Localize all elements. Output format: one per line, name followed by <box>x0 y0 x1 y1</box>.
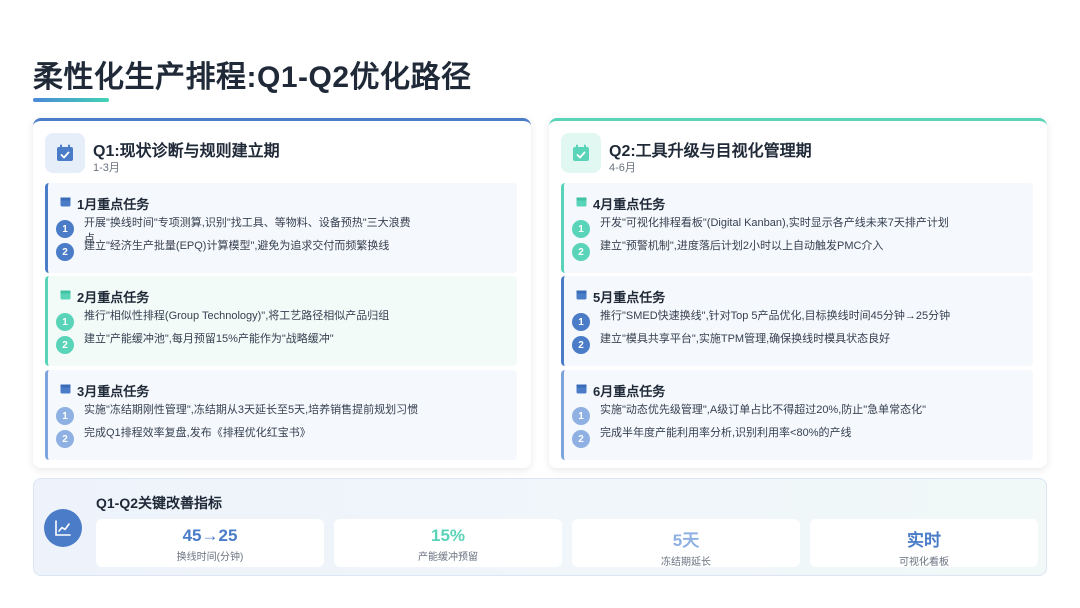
metric-card: 45→25 换线时间(分钟) <box>96 519 324 567</box>
metric-card: 实时 可视化看板 <box>810 519 1038 568</box>
q2-month-5: 5月重点任务 1 推行"SMED快速换线",针对Top 5产品优化,目标换线时间… <box>561 276 1033 366</box>
metrics-panel: Q1-Q2关键改善指标 45→25 换线时间(分钟) 15% 产能缓冲预留 5天… <box>33 478 1047 576</box>
task-text: 推行"相似性排程(Group Technology)",将工艺路径相似产品归组 <box>84 310 390 322</box>
month-title: 3月重点任务 <box>77 383 150 399</box>
q1-header: Q1:现状诊断与规则建立期 1-3月 <box>45 133 515 174</box>
metric-label: 可视化看板 <box>899 557 949 568</box>
q2-title: Q2:工具升级与目视化管理期 <box>609 143 812 160</box>
q2-month-4: 4月重点任务 1 开发"可视化排程看板"(Digital Kanban),实时显… <box>561 183 1033 273</box>
task-text: 推行"SMED快速换线",针对Top 5产品优化,目标换线时间45分钟→25分钟 <box>600 310 951 322</box>
q2-card: Q2:工具升级与目视化管理期 4-6月 4月重点任务 1 开发"可视化排程看板"… <box>549 118 1047 468</box>
q1-month-2: 2月重点任务 1 推行"相似性排程(Group Technology)",将工艺… <box>45 276 517 366</box>
calendar-small-icon <box>60 287 71 305</box>
task-number: 2 <box>572 243 590 261</box>
task-number: 1 <box>56 313 74 331</box>
task-number: 1 <box>572 313 590 331</box>
task-text: 建立"产能缓冲池",每月预留15%产能作为"战略缓冲" <box>84 333 334 345</box>
task-text: 实施"冻结期刚性管理",冻结期从3天延长至5天,培养销售提前规划习惯 <box>84 404 419 416</box>
task-number: 1 <box>56 220 74 238</box>
metric-value: 15% <box>430 526 466 545</box>
calendar-small-icon <box>576 194 587 212</box>
page-title: 柔性化生产排程:Q1-Q2优化路径 <box>33 61 472 94</box>
task-text: 完成半年度产能利用率分析,识别利用率<80%的产线 <box>600 427 852 439</box>
q2-header: Q2:工具升级与目视化管理期 4-6月 <box>561 133 1031 174</box>
task-text: 建立"预警机制",进度落后计划2小时以上自动触发PMC介入 <box>600 240 884 252</box>
metric-card: 15% 产能缓冲预留 <box>334 519 562 567</box>
task-text: 完成Q1排程效率复盘,发布《排程优化红宝书》 <box>84 427 311 439</box>
q1-card: Q1:现状诊断与规则建立期 1-3月 1月重点任务 1 开展"换线时间"专项测算… <box>33 118 531 468</box>
month-title: 5月重点任务 <box>593 289 666 305</box>
q2-subtitle: 4-6月 <box>609 162 636 174</box>
metric-value: 5天 <box>672 531 700 550</box>
calendar-check-icon <box>561 133 601 173</box>
task-number: 1 <box>56 407 74 425</box>
task-text: 开发"可视化排程看板"(Digital Kanban),实时显示各产线未来7天排… <box>600 217 949 229</box>
month-title: 4月重点任务 <box>593 196 666 212</box>
metric-label: 换线时间(分钟) <box>176 552 244 563</box>
task-text: 建立"经济生产批量(EPQ)计算模型",避免为追求交付而频繁换线 <box>84 240 390 252</box>
task-number: 2 <box>56 243 74 261</box>
metric-value: 实时 <box>907 531 941 550</box>
calendar-small-icon <box>576 381 587 399</box>
task-number: 2 <box>572 336 590 354</box>
calendar-small-icon <box>576 287 587 305</box>
calendar-small-icon <box>60 194 71 212</box>
metric-label: 冻结期延长 <box>661 557 711 568</box>
task-text: 建立"模具共享平台",实施TPM管理,确保换线时模具状态良好 <box>600 333 891 345</box>
metrics-title: Q1-Q2关键改善指标 <box>96 495 223 511</box>
month-title: 1月重点任务 <box>77 196 150 212</box>
q1-month-3: 3月重点任务 1 实施"冻结期刚性管理",冻结期从3天延长至5天,培养销售提前规… <box>45 370 517 460</box>
month-title: 2月重点任务 <box>77 289 150 305</box>
q2-month-6: 6月重点任务 1 实施"动态优先级管理",A级订单占比不得超过20%,防止"急单… <box>561 370 1033 460</box>
task-number: 1 <box>572 407 590 425</box>
calendar-icon <box>45 133 85 173</box>
metric-card: 5天 冻结期延长 <box>572 519 800 568</box>
task-number: 1 <box>572 220 590 238</box>
line-chart-icon <box>44 509 82 547</box>
title-underline <box>33 98 109 102</box>
task-number: 2 <box>56 430 74 448</box>
q1-subtitle: 1-3月 <box>93 162 120 174</box>
metric-label: 产能缓冲预留 <box>418 552 478 563</box>
q1-title: Q1:现状诊断与规则建立期 <box>93 143 280 160</box>
month-title: 6月重点任务 <box>593 383 666 399</box>
q1-month-1: 1月重点任务 1 开展"换线时间"专项测算,识别"找工具、等物料、设备预热"三大… <box>45 183 517 273</box>
task-text: 实施"动态优先级管理",A级订单占比不得超过20%,防止"急单常态化" <box>600 404 927 416</box>
metric-value: 45→25 <box>182 526 238 545</box>
task-number: 2 <box>56 336 74 354</box>
calendar-small-icon <box>60 381 71 399</box>
task-number: 2 <box>572 430 590 448</box>
